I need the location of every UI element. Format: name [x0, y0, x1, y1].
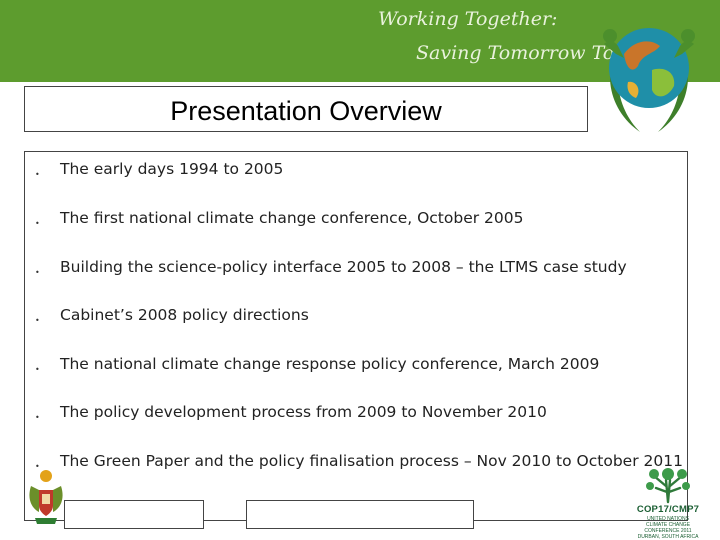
- slogan-line-1: Working Together:: [378, 8, 558, 30]
- bullet-dot-icon: •: [35, 268, 40, 277]
- bullet-dot-icon: •: [35, 219, 40, 228]
- bullet-item: • The policy development process from 20…: [25, 403, 689, 427]
- title-box: Presentation Overview: [24, 86, 588, 132]
- globe-people-logo: [603, 28, 695, 132]
- bullet-item: • The first national climate change conf…: [25, 209, 689, 233]
- bullet-text: Building the science-policy interface 20…: [60, 258, 627, 276]
- footer-box-left: [64, 500, 204, 529]
- content-box: • The early days 1994 to 2005 • The firs…: [24, 151, 688, 521]
- cop17-label: COP17/CMP7: [636, 504, 700, 515]
- bullet-text: The early days 1994 to 2005: [60, 160, 284, 178]
- bullet-item: • The national climate change response p…: [25, 355, 689, 379]
- bullet-dot-icon: •: [35, 170, 40, 179]
- footer-box-center: [246, 500, 474, 529]
- coat-of-arms-icon: [29, 470, 63, 524]
- slide-title: Presentation Overview: [170, 96, 442, 126]
- bullet-dot-icon: •: [35, 413, 40, 422]
- bullet-text: The first national climate change confer…: [60, 209, 524, 227]
- bullet-text: The Green Paper and the policy finalisat…: [60, 452, 683, 470]
- bullet-text: The national climate change response pol…: [60, 355, 600, 373]
- bullet-dot-icon: •: [35, 365, 40, 374]
- bullet-item: • Cabinet’s 2008 policy directions: [25, 306, 689, 330]
- bullet-text: The policy development process from 2009…: [60, 403, 547, 421]
- bullet-item: • The Green Paper and the policy finalis…: [25, 452, 689, 476]
- cop17-subtext: UNITED NATIONS CLIMATE CHANGE CONFERENCE…: [637, 516, 699, 540]
- bullet-dot-icon: •: [35, 316, 40, 325]
- bullet-item: • The early days 1994 to 2005: [25, 160, 689, 184]
- bullet-item: • Building the science-policy interface …: [25, 258, 689, 282]
- bullet-text: Cabinet’s 2008 policy directions: [60, 306, 309, 324]
